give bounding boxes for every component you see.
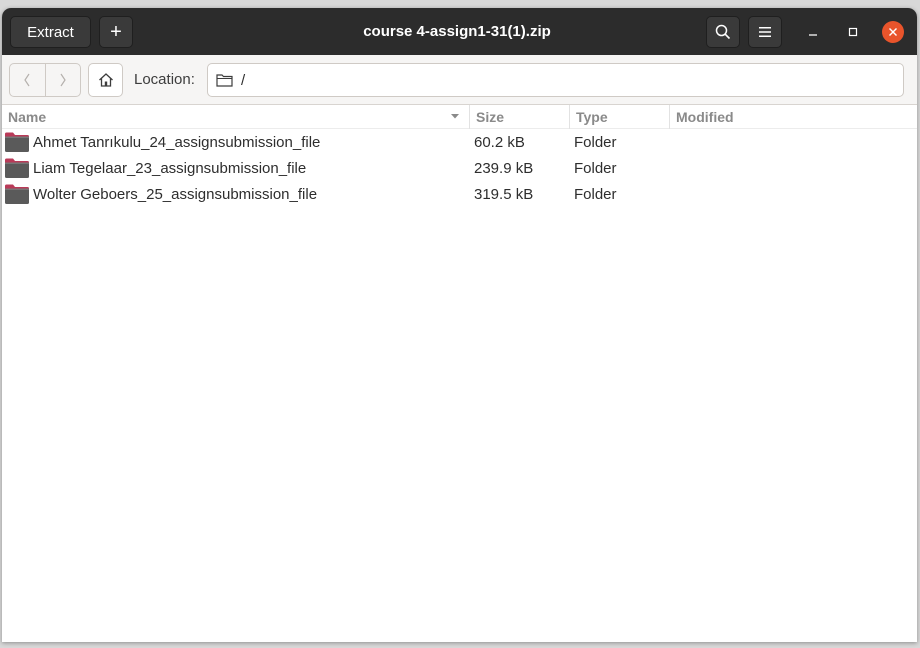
add-files-button[interactable]: + (99, 16, 133, 48)
chevron-right-icon (60, 73, 66, 87)
file-name-cell: Wolter Geboers_25_assignsubmission_file (4, 181, 317, 207)
file-name: Liam Tegelaar_23_assignsubmission_file (33, 159, 307, 177)
file-name: Ahmet Tanrıkulu_24_assignsubmission_file (33, 133, 321, 151)
column-header-name-label: Name (8, 109, 47, 125)
maximize-icon (848, 27, 858, 37)
sort-descending-icon (451, 114, 459, 119)
file-type: Folder (574, 185, 617, 203)
close-button[interactable] (882, 21, 904, 43)
minimize-button[interactable] (802, 21, 824, 43)
file-size: 319.5 kB (474, 185, 534, 203)
folder-icon (5, 184, 29, 204)
file-name-cell: Liam Tegelaar_23_assignsubmission_file (4, 155, 306, 181)
chevron-left-icon (24, 73, 30, 87)
navigation-buttons (9, 63, 81, 97)
file-list: Ahmet Tanrıkulu_24_assignsubmission_file… (2, 129, 917, 207)
forward-button[interactable] (44, 64, 81, 96)
column-header-type-label: Type (576, 109, 608, 125)
file-name-cell: Ahmet Tanrıkulu_24_assignsubmission_file (4, 129, 320, 155)
home-button[interactable] (88, 63, 123, 97)
file-size: 60.2 kB (474, 133, 525, 151)
file-type: Folder (574, 133, 617, 151)
window-title: course 4-assign1-31(1).zip (363, 23, 551, 40)
file-list-header: Name Size Type Modified (2, 105, 917, 129)
header-bar: Extract + course 4-assign1-31(1).zip (2, 8, 917, 55)
column-header-type[interactable]: Type (569, 105, 669, 129)
location-path: / (241, 71, 246, 89)
search-icon (715, 24, 731, 40)
location-label: Location: (134, 71, 195, 88)
extract-button[interactable]: Extract (10, 16, 91, 48)
column-header-size-label: Size (476, 109, 505, 125)
folder-outline-icon (216, 74, 233, 87)
table-row[interactable]: Ahmet Tanrıkulu_24_assignsubmission_file… (2, 129, 917, 155)
menu-button[interactable] (748, 16, 782, 48)
home-icon (98, 73, 113, 87)
column-header-modified[interactable]: Modified (669, 105, 917, 129)
folder-icon (5, 132, 29, 152)
file-size: 239.9 kB (474, 159, 534, 177)
archive-manager-window: Extract + course 4-assign1-31(1).zip Loc… (2, 8, 917, 642)
table-row[interactable]: Wolter Geboers_25_assignsubmission_file … (2, 181, 917, 207)
hamburger-menu-icon (759, 27, 771, 37)
column-header-size[interactable]: Size (469, 105, 569, 129)
minimize-icon (809, 34, 817, 36)
location-toolbar: Location: / (2, 55, 917, 105)
column-header-modified-label: Modified (676, 109, 734, 125)
file-type: Folder (574, 159, 617, 177)
column-header-name[interactable]: Name (2, 105, 469, 129)
file-name: Wolter Geboers_25_assignsubmission_file (33, 185, 318, 203)
search-button[interactable] (706, 16, 740, 48)
table-row[interactable]: Liam Tegelaar_23_assignsubmission_file 2… (2, 155, 917, 181)
maximize-button[interactable] (842, 21, 864, 43)
back-button[interactable] (10, 64, 45, 96)
location-field[interactable]: / (207, 63, 904, 97)
folder-icon (5, 158, 29, 178)
close-icon (889, 28, 897, 36)
